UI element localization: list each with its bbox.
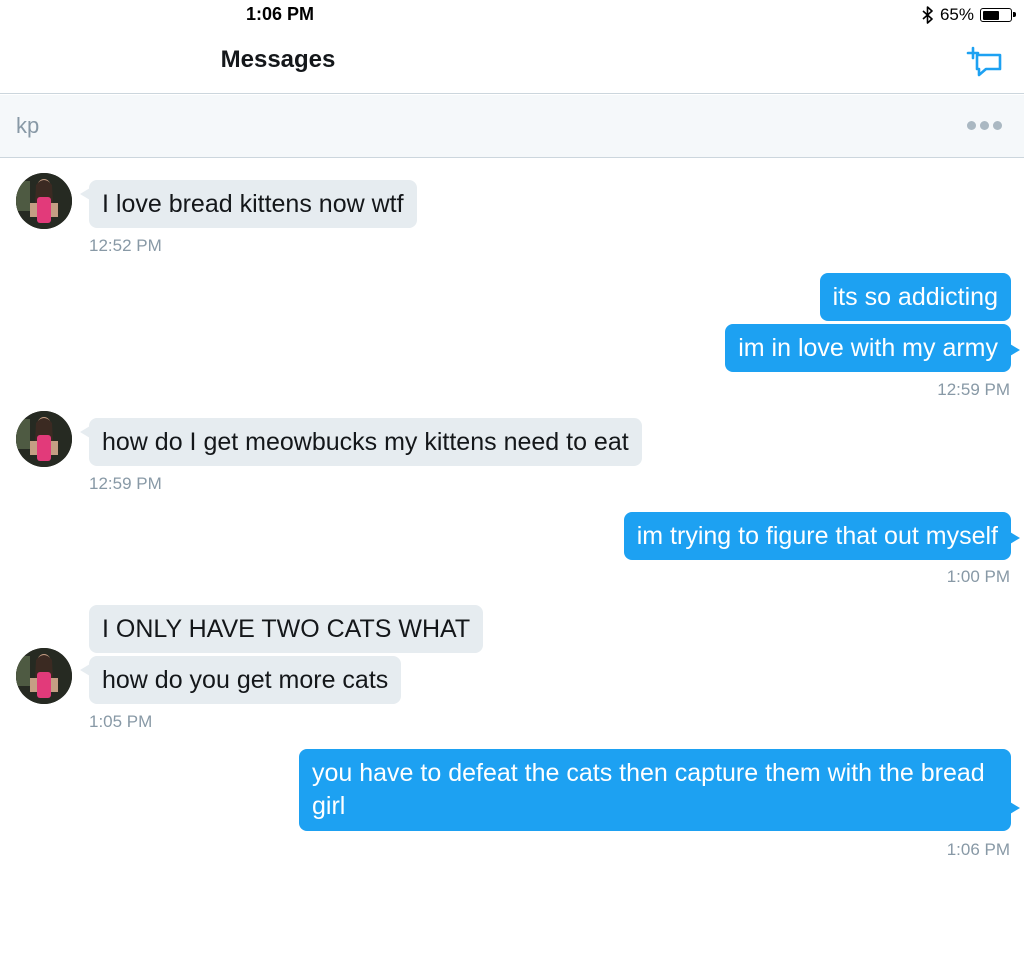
- bubble-tail: [1010, 344, 1020, 356]
- status-bar: 1:06 PM 65%: [0, 0, 1024, 30]
- avatar-photo: [16, 411, 72, 467]
- avatar[interactable]: [16, 411, 72, 467]
- message-bubble-sent[interactable]: you have to defeat the cats then capture…: [299, 749, 1011, 831]
- compose-dm-icon: [966, 46, 1002, 77]
- avatar[interactable]: [16, 173, 72, 229]
- battery-nub: [1013, 12, 1016, 17]
- avatar[interactable]: [16, 648, 72, 704]
- message-thread[interactable]: I love bread kittens now wtf 12:52 PM it…: [0, 158, 1024, 980]
- message-bubble-received[interactable]: I ONLY HAVE TWO CATS WHAT: [89, 605, 484, 653]
- nav-bar: Messages: [0, 30, 1024, 94]
- compose-message-button[interactable]: [966, 45, 1004, 79]
- message-timestamp: 1:00 PM: [946, 567, 1010, 586]
- message-timestamp: 12:52 PM: [89, 236, 162, 255]
- message-timestamp: 1:06 PM: [946, 840, 1010, 859]
- message-bubble-sent[interactable]: its so addicting: [819, 273, 1011, 321]
- avatar-photo: [16, 648, 72, 704]
- message-bubble-sent[interactable]: im in love with my army: [725, 324, 1011, 372]
- message-bubble-sent[interactable]: im trying to figure that out myself: [623, 512, 1011, 560]
- more-options-button[interactable]: [967, 121, 1002, 130]
- message-timestamp: 1:05 PM: [89, 712, 153, 731]
- message-bubble-received[interactable]: how do I get meowbucks my kittens need t…: [89, 418, 642, 466]
- battery-percent: 65%: [939, 5, 974, 24]
- bubble-tail: [1010, 802, 1020, 814]
- more-dot: [993, 121, 1002, 130]
- message-bubble-received[interactable]: how do you get more cats: [89, 656, 402, 704]
- bubble-tail: [1010, 532, 1020, 544]
- message-timestamp: 12:59 PM: [89, 474, 162, 493]
- conversation-name: kp: [16, 113, 40, 138]
- conversation-header: kp: [0, 95, 1024, 158]
- battery-fill: [982, 10, 1000, 20]
- message-bubble-received[interactable]: I love bread kittens now wtf: [89, 180, 417, 228]
- bluetooth-icon: [922, 6, 933, 24]
- status-indicators: 65%: [922, 5, 1016, 25]
- more-dots-icon: [967, 121, 976, 130]
- status-time: 1:06 PM: [245, 4, 315, 24]
- battery-icon: [980, 8, 1016, 22]
- more-dot: [980, 121, 989, 130]
- message-timestamp: 12:59 PM: [937, 380, 1010, 399]
- avatar-photo: [16, 173, 72, 229]
- page-title: Messages: [220, 46, 336, 73]
